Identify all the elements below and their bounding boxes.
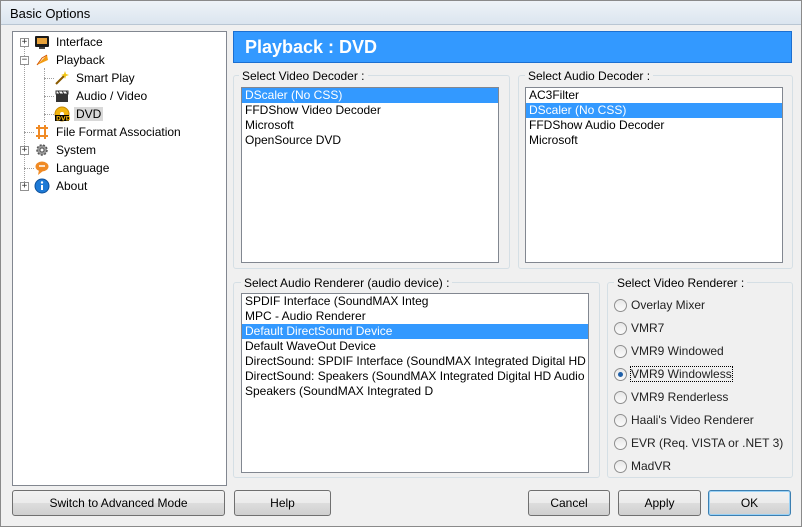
list-item[interactable]: DirectSound: Speakers (SoundMAX Integrat…	[242, 369, 588, 384]
radio-haali-video-renderer[interactable]: Haali's Video Renderer	[614, 411, 754, 429]
list-item[interactable]: FFDShow Audio Decoder	[526, 118, 782, 133]
window-title: Basic Options	[10, 6, 91, 21]
dvd-disc-icon: DVD	[54, 106, 71, 123]
info-icon	[34, 178, 50, 194]
audio-renderer-list[interactable]: SPDIF Interface (SoundMAX Integ MPC - Au…	[241, 293, 589, 473]
file-association-icon	[34, 124, 50, 140]
svg-text:DVD: DVD	[56, 116, 70, 123]
gear-icon	[34, 142, 50, 158]
tree-item-file-format-association[interactable]: File Format Association	[34, 123, 183, 141]
radio-vmr7[interactable]: VMR7	[614, 319, 664, 337]
expand-about-icon[interactable]: +	[20, 182, 29, 191]
radio-button[interactable]	[614, 436, 627, 450]
video-renderer-label: Select Video Renderer :	[614, 276, 748, 290]
radio-vmr9-renderless[interactable]: VMR9 Renderless	[614, 388, 728, 406]
tree-item-playback[interactable]: Playback	[34, 51, 107, 69]
tree-item-dvd[interactable]: DVD DVD	[54, 105, 104, 123]
radio-button[interactable]	[614, 459, 627, 473]
list-item[interactable]: DScaler (No CSS)	[526, 103, 782, 118]
tree-item-interface[interactable]: Interface	[34, 33, 105, 51]
help-button[interactable]: Help	[234, 490, 331, 516]
tree-item-language[interactable]: Language	[34, 159, 111, 177]
play-icon	[34, 52, 50, 68]
radio-vmr9-windowless[interactable]: VMR9 Windowless	[614, 365, 733, 383]
audio-decoder-label: Select Audio Decoder :	[525, 69, 654, 83]
radio-button[interactable]	[614, 321, 627, 335]
radio-button[interactable]	[614, 344, 627, 358]
options-tree[interactable]: + Interface − Playback Smart Play Audio …	[12, 31, 227, 486]
radio-vmr9-windowed[interactable]: VMR9 Windowed	[614, 342, 724, 360]
video-decoder-label: Select Video Decoder :	[239, 69, 368, 83]
page-header: Playback : DVD	[233, 31, 792, 63]
list-item[interactable]: DirectSound: SPDIF Interface (SoundMAX I…	[242, 354, 588, 369]
radio-overlay-mixer[interactable]: Overlay Mixer	[614, 296, 705, 314]
list-item[interactable]: SPDIF Interface (SoundMAX Integ	[242, 294, 588, 309]
list-item[interactable]: Speakers (SoundMAX Integrated D	[242, 384, 588, 399]
monitor-icon	[34, 34, 50, 50]
speech-bubble-icon	[34, 160, 50, 176]
page-title: Playback : DVD	[245, 37, 378, 57]
ok-button[interactable]: OK	[708, 490, 791, 516]
list-item[interactable]: AC3Filter	[526, 88, 782, 103]
list-item[interactable]: OpenSource DVD	[242, 133, 498, 148]
radio-button[interactable]	[614, 390, 627, 404]
title-bar: Basic Options	[1, 1, 801, 25]
collapse-playback-icon[interactable]: −	[20, 56, 29, 65]
tree-item-smart-play[interactable]: Smart Play	[54, 69, 137, 87]
apply-button[interactable]: Apply	[618, 490, 701, 516]
tree-item-audio-video[interactable]: Audio / Video	[54, 87, 149, 105]
video-decoder-list[interactable]: DScaler (No CSS) FFDShow Video Decoder M…	[241, 87, 499, 263]
clapperboard-icon	[54, 88, 70, 104]
list-item[interactable]: Microsoft	[526, 133, 782, 148]
switch-to-advanced-mode-button[interactable]: Switch to Advanced Mode	[12, 490, 225, 516]
expand-interface-icon[interactable]: +	[20, 38, 29, 47]
list-item[interactable]: DScaler (No CSS)	[242, 88, 498, 103]
audio-decoder-list[interactable]: AC3Filter DScaler (No CSS) FFDShow Audio…	[525, 87, 783, 263]
radio-button[interactable]	[614, 413, 627, 427]
cancel-button[interactable]: Cancel	[528, 490, 610, 516]
radio-button[interactable]	[614, 298, 627, 312]
basic-options-window: Basic Options + Interface − Playback Sma…	[0, 0, 802, 527]
list-item[interactable]: Microsoft	[242, 118, 498, 133]
list-item[interactable]: Default DirectSound Device	[242, 324, 588, 339]
magic-wand-icon	[54, 70, 70, 86]
list-item[interactable]: Default WaveOut Device	[242, 339, 588, 354]
list-item[interactable]: MPC - Audio Renderer	[242, 309, 588, 324]
radio-evr[interactable]: EVR (Req. VISTA or .NET 3)	[614, 434, 783, 452]
tree-item-about[interactable]: About	[34, 177, 89, 195]
radio-madvr[interactable]: MadVR	[614, 457, 671, 475]
expand-system-icon[interactable]: +	[20, 146, 29, 155]
audio-renderer-label: Select Audio Renderer (audio device) :	[241, 276, 453, 290]
tree-item-system[interactable]: System	[34, 141, 98, 159]
radio-button-selected[interactable]	[614, 367, 627, 381]
list-item[interactable]: FFDShow Video Decoder	[242, 103, 498, 118]
